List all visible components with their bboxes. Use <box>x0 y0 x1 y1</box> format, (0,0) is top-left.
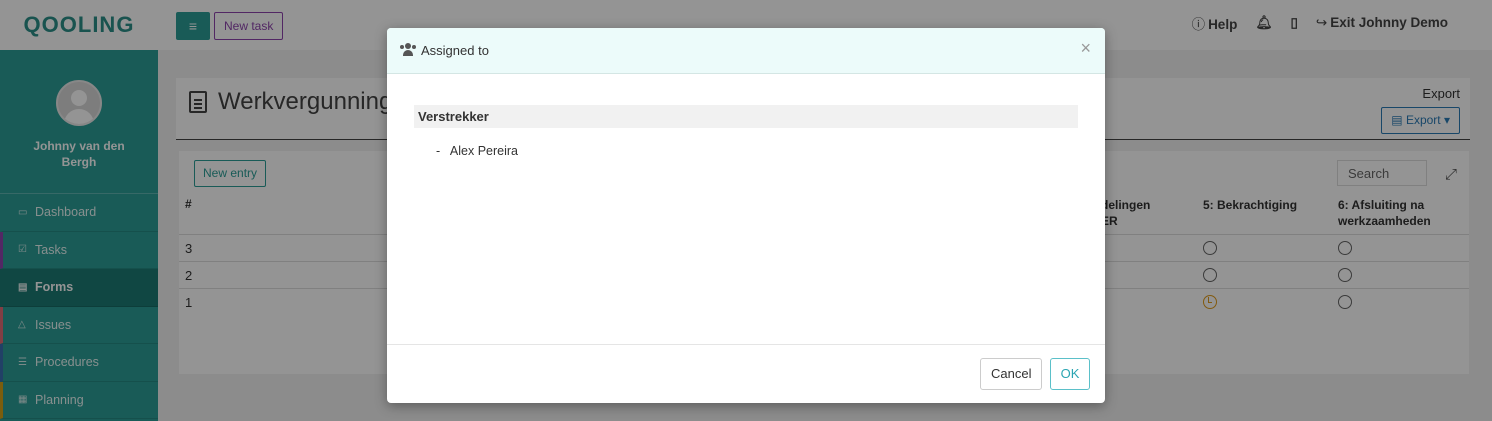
assignee-name: Alex Pereira <box>449 144 518 158</box>
modal-footer: Cancel OK <box>387 344 1105 403</box>
users-icon <box>400 43 416 57</box>
modal-header: Assigned to × <box>387 28 1105 74</box>
modal-title: Assigned to <box>421 43 489 58</box>
cancel-button[interactable]: Cancel <box>980 358 1043 390</box>
ok-button[interactable]: OK <box>1050 358 1090 390</box>
assignee-item: - Alex Pereira <box>436 144 518 158</box>
group-heading: Verstrekker <box>414 105 1078 128</box>
assigned-to-dialog: Assigned to × Verstrekker - Alex Pereira… <box>387 28 1105 403</box>
modal-body: Verstrekker - Alex Pereira <box>387 74 1105 344</box>
list-bullet: - <box>436 144 441 158</box>
close-icon[interactable]: × <box>1080 39 1091 57</box>
